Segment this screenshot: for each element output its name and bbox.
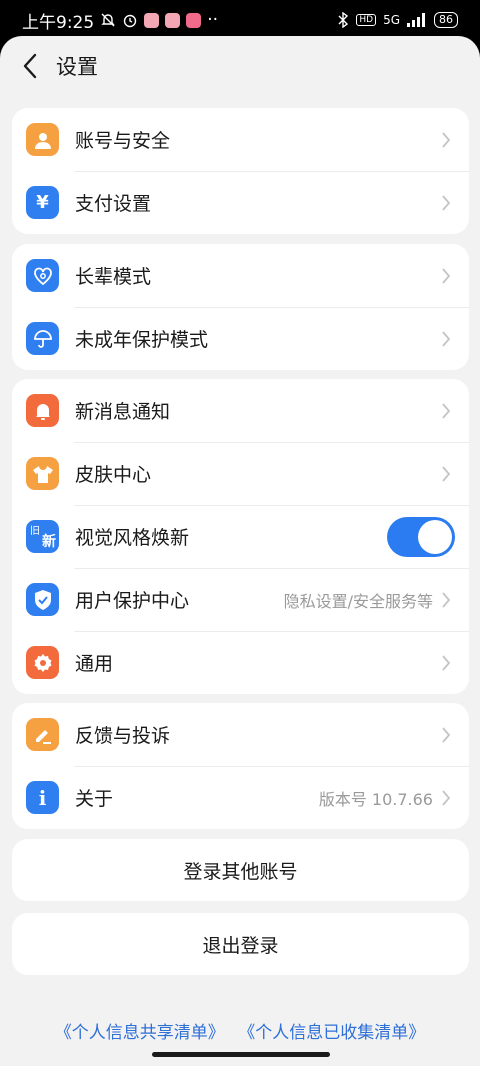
settings-item-about[interactable]: i 关于 版本号 10.7.66 [12, 766, 469, 829]
settings-item-label: 通用 [75, 653, 114, 675]
settings-group-general: 新消息通知 皮肤中心 旧 新 视觉风格焕新 用户保护中心 隐私设置/安全服务等 … [12, 379, 469, 694]
toggle-knob [418, 519, 452, 554]
bluetooth-icon [338, 12, 349, 28]
user-icon [26, 123, 59, 156]
settings-item-visual-style: 旧 新 视觉风格焕新 [12, 505, 469, 568]
switch-account-button[interactable]: 登录其他账号 [12, 839, 469, 901]
status-bar: 上午9:25 ·· HD 5G 86 [0, 0, 480, 40]
settings-item-minor-protection[interactable]: 未成年保护模式 [12, 307, 469, 370]
info-icon: i [26, 781, 59, 814]
settings-item-user-protection[interactable]: 用户保护中心 隐私设置/安全服务等 [12, 568, 469, 631]
network-label: 5G [383, 13, 400, 27]
settings-item-label: 皮肤中心 [75, 464, 152, 486]
logout-button[interactable]: 退出登录 [12, 913, 469, 975]
shield-icon [26, 583, 59, 616]
settings-item-elder-mode[interactable]: 长辈模式 [12, 244, 469, 307]
gear-icon [26, 646, 59, 679]
settings-group-account: 账号与安全 ¥ 支付设置 [12, 108, 469, 234]
chevron-right-icon [441, 401, 455, 421]
status-time: 上午9:25 [22, 12, 95, 33]
settings-group-about: 反馈与投诉 i 关于 版本号 10.7.66 [12, 703, 469, 829]
chevron-right-icon [441, 653, 455, 673]
chevron-right-icon [441, 590, 455, 610]
yuan-icon: ¥ [26, 186, 59, 219]
home-indicator[interactable] [152, 1052, 330, 1057]
old-glyph: 旧 [30, 526, 40, 537]
settings-item-label: 用户保护中心 [75, 590, 190, 612]
settings-item-payment[interactable]: ¥ 支付设置 [12, 171, 469, 234]
chevron-right-icon [441, 130, 455, 150]
bell-icon [26, 394, 59, 427]
umbrella-icon [26, 322, 59, 355]
chevron-left-icon [23, 53, 37, 79]
version-text: 版本号 10.7.66 [318, 789, 433, 809]
settings-item-account-security[interactable]: 账号与安全 [12, 108, 469, 171]
header: 设置 [0, 36, 480, 96]
settings-item-label: 视觉风格焕新 [75, 527, 190, 549]
settings-item-label: 反馈与投诉 [75, 725, 171, 747]
more-notifications-icon: ·· [207, 10, 218, 30]
settings-item-label: 账号与安全 [75, 130, 171, 152]
settings-item-label: 新消息通知 [75, 401, 171, 423]
chevron-right-icon [441, 725, 455, 745]
back-button[interactable] [18, 51, 42, 81]
chevron-right-icon [441, 329, 455, 349]
settings-item-label: 关于 [75, 788, 114, 810]
privacy-links: 《个人信息共享清单》 《个人信息已收集清单》 [0, 1018, 480, 1043]
settings-item-label: 未成年保护模式 [75, 329, 209, 351]
settings-item-label: 支付设置 [75, 193, 152, 215]
settings-group-modes: 长辈模式 未成年保护模式 [12, 244, 469, 370]
pencil-icon [26, 718, 59, 751]
hd-icon: HD [356, 14, 377, 26]
settings-item-label: 长辈模式 [75, 266, 152, 288]
settings-item-feedback[interactable]: 反馈与投诉 [12, 703, 469, 766]
app-notification-icon [144, 12, 160, 28]
settings-item-hint: 隐私设置/安全服务等 [283, 591, 433, 611]
app-notification-icon [165, 12, 181, 28]
shirt-icon [26, 457, 59, 490]
settings-item-skin-center[interactable]: 皮肤中心 [12, 442, 469, 505]
old-new-icon: 旧 新 [26, 520, 59, 553]
chevron-right-icon [441, 788, 455, 808]
settings-screen: 设置 账号与安全 ¥ 支付设置 长辈模式 未成年保护模式 新消息通知 皮肤中心 … [0, 36, 480, 1066]
battery-icon: 86 [434, 12, 458, 28]
collected-list-link[interactable]: 《个人信息已收集清单》 [238, 1023, 425, 1043]
heart-icon [26, 259, 59, 292]
chevron-right-icon [441, 266, 455, 286]
signal-icon [407, 13, 425, 27]
alarm-icon [123, 14, 137, 28]
chevron-right-icon [441, 193, 455, 213]
app-notification-icon [186, 12, 202, 28]
page-title: 设置 [56, 55, 98, 79]
mute-icon [101, 13, 115, 27]
info-glyph: i [38, 785, 47, 810]
chevron-right-icon [441, 464, 455, 484]
shared-list-link[interactable]: 《个人信息共享清单》 [55, 1023, 225, 1043]
settings-item-notifications[interactable]: 新消息通知 [12, 379, 469, 442]
settings-item-general[interactable]: 通用 [12, 631, 469, 694]
new-glyph: 新 [42, 534, 56, 550]
yuan-glyph: ¥ [36, 192, 49, 213]
visual-style-toggle[interactable] [387, 516, 455, 557]
